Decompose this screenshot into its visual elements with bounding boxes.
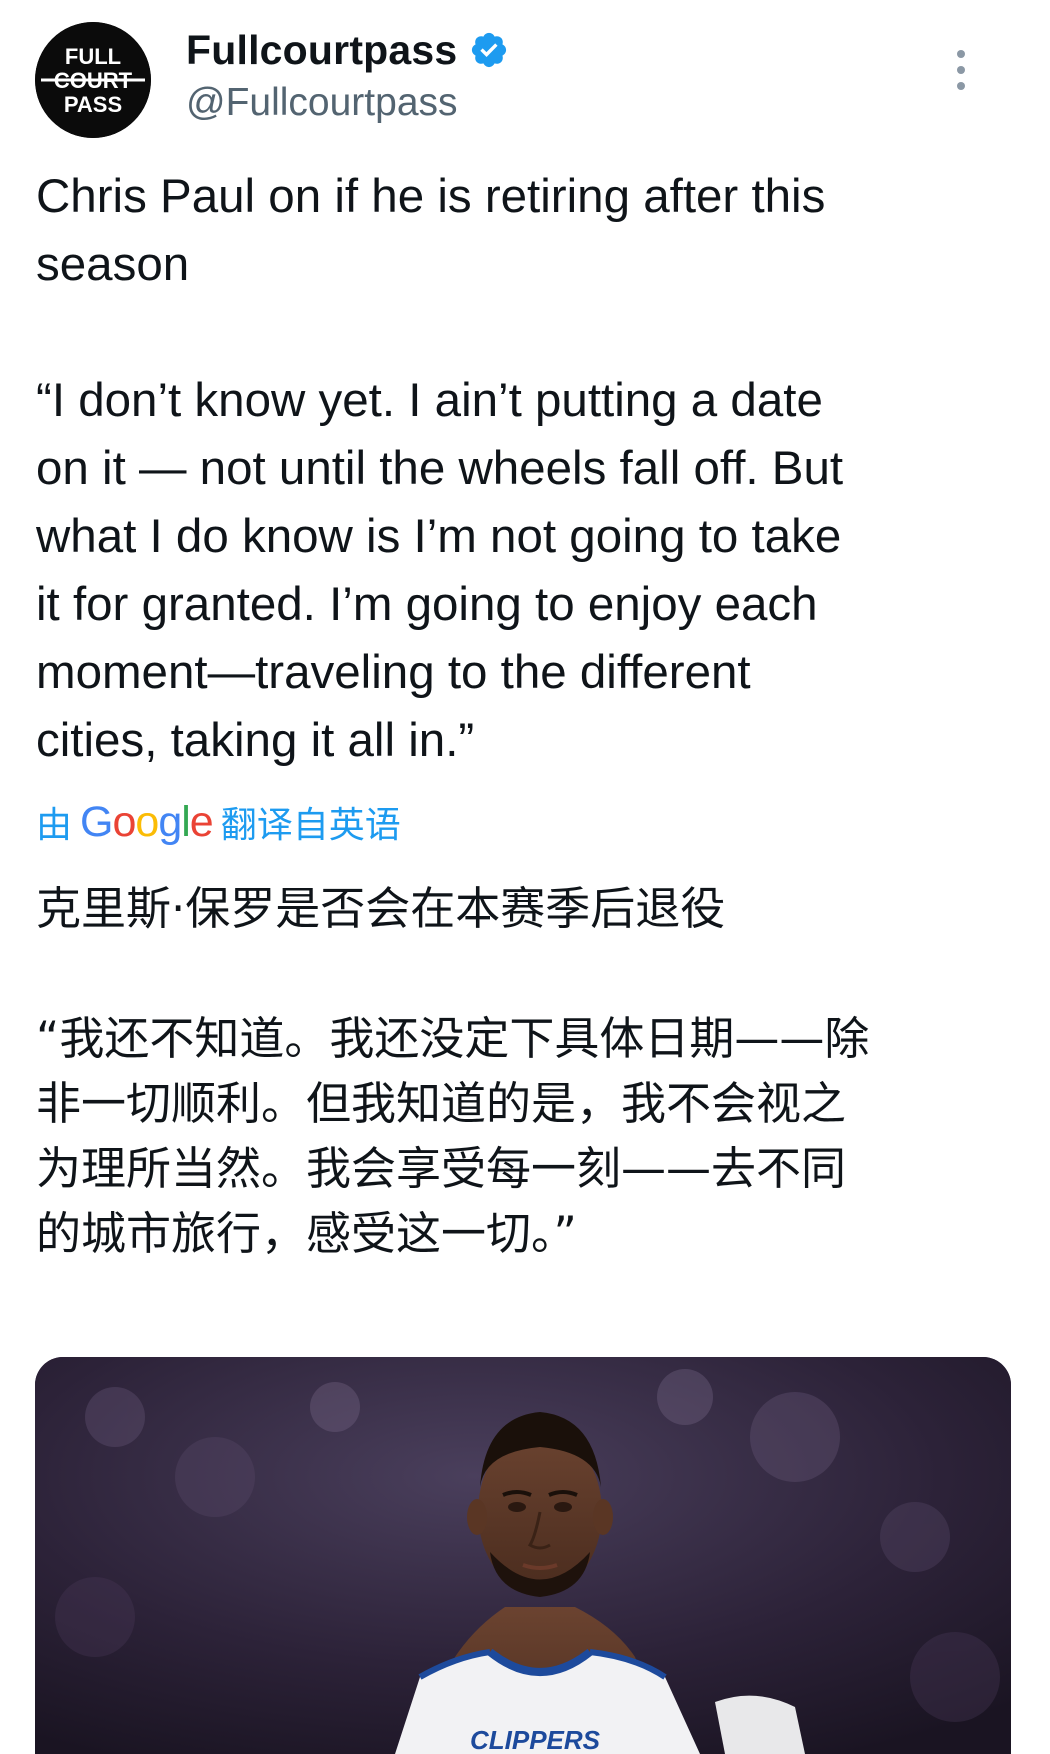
translation-attribution[interactable]: 由 Google 翻译自英语 <box>36 796 401 848</box>
jersey-text: CLIPPERS <box>470 1725 601 1754</box>
google-logo-letter: G <box>80 798 113 846</box>
avatar[interactable]: FULL COURT PASS <box>35 22 151 138</box>
tweet-text: Chris Paul on if he is retiring after th… <box>36 170 844 767</box>
logo-line-1: FULL <box>65 44 121 69</box>
google-logo-letter: o <box>135 798 159 846</box>
logo-line-2: COURT <box>54 68 133 93</box>
translation-prefix: 由 <box>36 805 73 846</box>
tweet-media-image[interactable]: CLIPPERS <box>35 1357 1011 1754</box>
fullcourtpass-logo: FULL COURT PASS <box>35 22 151 138</box>
tweet-card: FULL COURT PASS Fullcourtpass @Fullcourt… <box>0 0 1050 1754</box>
translation-suffix: 翻译自英语 <box>220 805 401 846</box>
author-name-row[interactable]: Fullcourtpass <box>186 26 509 74</box>
logo-line-3: PASS <box>64 92 122 117</box>
basketball-player-photo: CLIPPERS <box>35 1357 1011 1754</box>
google-logo: Google <box>80 798 214 846</box>
google-logo-letter: g <box>158 798 182 846</box>
google-logo-letter: o <box>112 798 136 846</box>
author-handle[interactable]: @Fullcourtpass <box>186 80 458 126</box>
more-vertical-icon[interactable] <box>950 46 972 94</box>
translated-text: 克里斯·保罗是否会在本赛季后退役 “我还不知道。我还没定下具体日期——除 非一切… <box>36 882 870 1260</box>
google-logo-letter: l <box>181 798 191 846</box>
display-name[interactable]: Fullcourtpass <box>186 26 457 74</box>
verified-badge-icon <box>472 32 507 68</box>
google-logo-letter: e <box>189 798 214 846</box>
